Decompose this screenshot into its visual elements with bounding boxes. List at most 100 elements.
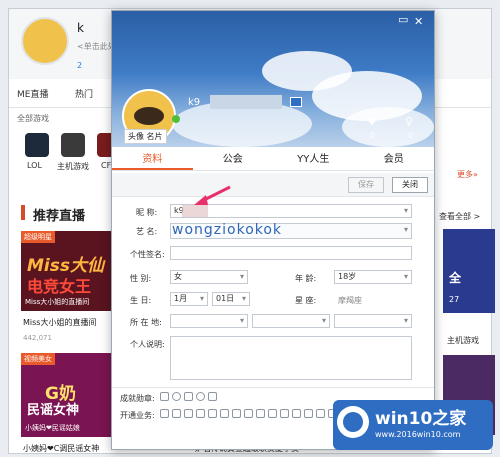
user-stats: 2 <box>77 61 83 70</box>
location-province-select[interactable] <box>252 314 330 328</box>
signature-label: 个性签名: <box>130 250 165 259</box>
game-icon-console[interactable] <box>61 133 85 157</box>
live-card-2[interactable]: 视频美女 G奶 民谣女神 小姨妈❤民谣姑娘 <box>21 353 113 437</box>
service-icon[interactable] <box>196 409 205 418</box>
user-avatar[interactable] <box>21 17 69 65</box>
view-all-link[interactable]: 查看全部 > <box>439 211 480 222</box>
watermark-title: win10之家 <box>375 409 467 429</box>
badge-icon[interactable] <box>208 392 217 401</box>
age-label: 年 龄: <box>295 274 317 283</box>
location-label: 所 在 地: <box>130 318 162 327</box>
service-icon[interactable] <box>304 409 313 418</box>
user-name: k <box>77 21 84 35</box>
gender-label: 性 别: <box>130 274 152 283</box>
service-icon[interactable] <box>172 409 181 418</box>
service-icon[interactable] <box>220 409 229 418</box>
service-icon[interactable] <box>232 409 241 418</box>
win10-watermark: win10之家 www.2016win10.com <box>333 400 493 450</box>
gender-select[interactable]: 女 <box>170 270 248 284</box>
service-icon[interactable] <box>256 409 265 418</box>
badge-icon[interactable] <box>172 392 181 401</box>
badges-row <box>160 392 220 404</box>
heart-icon[interactable]: ♥ <box>367 115 377 128</box>
location-city-select[interactable] <box>334 314 412 328</box>
birth-day-select[interactable]: 01日 <box>212 292 250 306</box>
minimize-icon[interactable]: ▭ <box>398 13 408 26</box>
signature-input[interactable] <box>170 246 412 260</box>
art-name-label: 艺 名: <box>136 227 158 236</box>
badge-icon[interactable] <box>160 392 169 401</box>
game-label-console: 主机游戏 <box>57 162 89 171</box>
birth-month-select[interactable]: 1月 <box>170 292 208 306</box>
tab-membership[interactable]: 会员 <box>354 149 435 170</box>
tab-profile[interactable]: 资料 <box>112 149 193 170</box>
service-icon[interactable] <box>316 409 325 418</box>
services-label: 开通业务: <box>120 411 155 420</box>
tab-yy-life[interactable]: YY人生 <box>273 149 354 170</box>
service-icon[interactable] <box>268 409 277 418</box>
online-status-icon <box>172 115 180 123</box>
badge-icon[interactable] <box>196 392 205 401</box>
tab-all-games[interactable]: 全部游戏 <box>17 113 49 124</box>
card-subheadline: 电竞女王 <box>27 277 92 296</box>
more-link[interactable]: 更多» <box>457 169 478 180</box>
close-icon[interactable]: ✕ <box>414 15 423 28</box>
avatar-mask-shape <box>134 107 164 125</box>
profile-dialog: ▭ ✕ 头像 名片 k9 ♥ 0 ♀ 0 资料 公会 YY人生 会员 保存 关闭… <box>111 10 435 450</box>
vip-badge-icon <box>290 97 302 107</box>
watermark-url: www.2016win10.com <box>375 430 461 439</box>
like-count: 0 <box>370 131 376 140</box>
service-icon[interactable] <box>280 409 289 418</box>
profile-tabs: 资料 公会 YY人生 会员 <box>112 149 434 171</box>
right-card-label[interactable]: 主机游戏 <box>447 335 479 346</box>
annotation-arrow <box>194 185 231 205</box>
game-icon-lol[interactable] <box>25 133 49 157</box>
constellation-value: 摩羯座 <box>338 296 362 305</box>
section-accent-bar <box>21 205 25 220</box>
art-name-value: wongziokokok <box>172 222 283 238</box>
fan-count: 0 <box>408 131 414 140</box>
tab-guild[interactable]: 公会 <box>193 149 274 170</box>
win10-logo-inner <box>343 412 363 432</box>
gender-value: 女 <box>174 272 182 281</box>
location-country-select[interactable] <box>170 314 248 328</box>
name-redaction <box>210 95 282 109</box>
service-icon[interactable] <box>244 409 253 418</box>
constellation-label: 星 座: <box>295 296 317 305</box>
profile-name: k9 <box>188 97 201 108</box>
game-label-cf: CF <box>101 161 112 170</box>
birth-day-value: 01日 <box>216 294 235 303</box>
bio-label: 个人说明: <box>130 340 165 349</box>
service-icon[interactable] <box>160 409 169 418</box>
card-2-title[interactable]: 小姨妈❤C调民谣女神 <box>23 443 99 454</box>
badge-icon[interactable] <box>184 392 193 401</box>
avatar-card-buttons[interactable]: 头像 名片 <box>124 129 167 144</box>
service-icon[interactable] <box>292 409 301 418</box>
age-value: 18岁 <box>338 272 357 281</box>
card-caption: 小姨妈❤民谣姑娘 <box>25 424 80 432</box>
card-number: 27 <box>449 295 460 304</box>
win10-logo-icon <box>337 406 369 438</box>
service-icon[interactable] <box>208 409 217 418</box>
tab-hot[interactable]: 热门 <box>75 87 93 100</box>
live-card-1[interactable]: 超级明星 Miss大仙 电竞女王 Miss大小姐的直播间 <box>21 231 113 311</box>
nickname-label: 昵 称: <box>136 208 158 217</box>
badges-label: 成就勋章: <box>120 394 155 403</box>
card-1-title[interactable]: Miss大小姐的直播间 <box>23 317 96 328</box>
dialog-toolbar <box>112 173 434 197</box>
birthday-label: 生 日: <box>130 296 152 305</box>
close-button[interactable]: 关闭 <box>392 177 428 193</box>
bio-textarea[interactable] <box>170 336 412 380</box>
fan-icon[interactable]: ♀ <box>405 115 413 128</box>
cloud-shape <box>342 107 434 147</box>
user-signature[interactable]: <单击此处 <box>77 41 116 52</box>
card-1-views: 442,071 <box>23 334 52 342</box>
card-tag: 视频美女 <box>21 353 55 365</box>
section-title: 推荐直播 <box>33 209 86 224</box>
live-card-right-1[interactable]: 全 27 <box>443 229 495 313</box>
age-select[interactable]: 18岁 <box>334 270 412 284</box>
tab-me-live[interactable]: ME直播 <box>17 87 48 100</box>
save-button[interactable]: 保存 <box>348 177 384 193</box>
card-subheadline: 民谣女神 <box>27 403 80 418</box>
service-icon[interactable] <box>184 409 193 418</box>
